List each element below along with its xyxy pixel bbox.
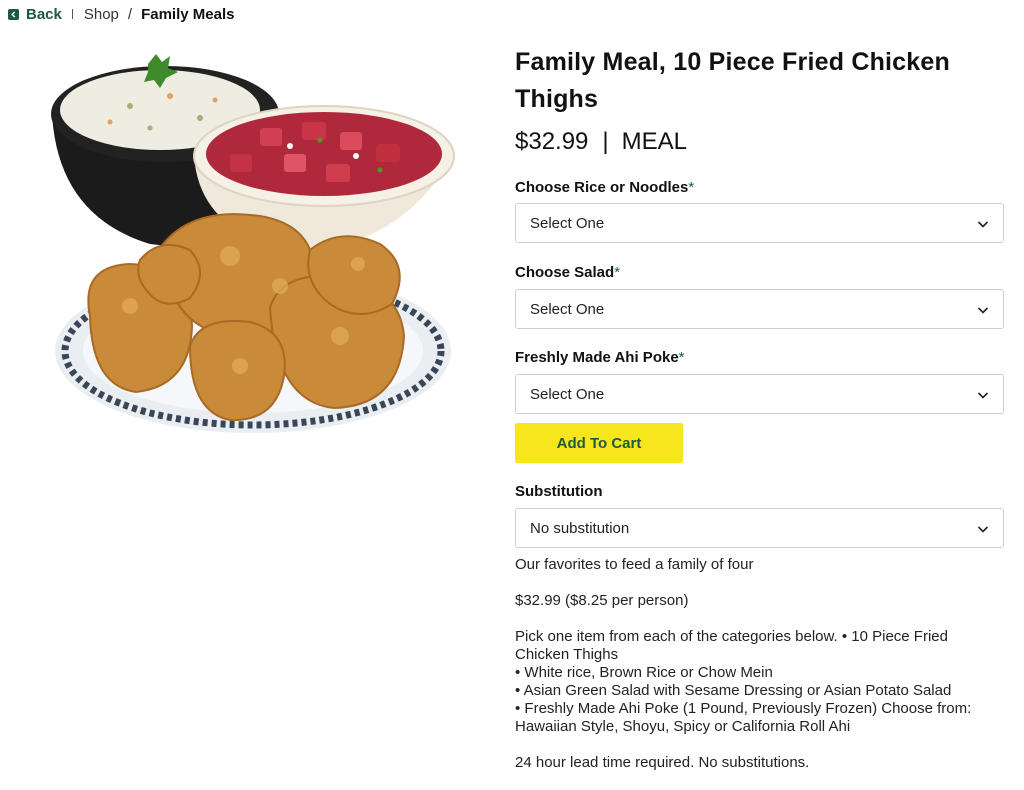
required-mark: * — [678, 349, 685, 366]
price-separator: | — [602, 128, 609, 155]
required-mark: * — [614, 264, 621, 281]
rice-noodles-label-text: Choose Rice or Noodles — [515, 179, 689, 196]
description-salad: • Asian Green Salad with Sesame Dressing… — [515, 682, 952, 699]
substitution-label: Substitution — [515, 483, 603, 500]
description-pick: Pick one item from each of the categorie… — [515, 628, 948, 663]
breadcrumb: Back Shop / Family Meals — [8, 5, 234, 23]
description-rice: • White rice, Brown Rice or Chow Mein — [515, 664, 773, 681]
back-link[interactable]: Back — [8, 6, 62, 23]
required-mark: * — [688, 179, 695, 196]
breadcrumb-current: Family Meals — [141, 5, 235, 23]
chevron-down-icon — [977, 392, 989, 399]
description-intro: Our favorites to feed a family of four — [515, 556, 754, 573]
poke-select[interactable]: Select One — [515, 374, 1004, 414]
product-title: Family Meal, 10 Piece Fried Chicken Thig… — [515, 48, 950, 113]
poke-value: Select One — [530, 385, 605, 403]
poke-label-text: Freshly Made Ahi Poke — [515, 349, 679, 366]
salad-value: Select One — [530, 300, 605, 318]
product-unit: MEAL — [621, 128, 687, 155]
salad-label: Choose Salad* — [515, 264, 620, 282]
substitution-value: No substitution — [530, 519, 630, 537]
chevron-down-icon — [977, 307, 989, 314]
chevron-down-icon — [977, 526, 989, 533]
salad-select[interactable]: Select One — [515, 289, 1004, 329]
rice-noodles-select[interactable]: Select One — [515, 203, 1004, 243]
description-price: $32.99 ($8.25 per person) — [515, 592, 689, 609]
breadcrumb-shop-link[interactable]: Shop — [84, 6, 119, 23]
description-contents: Pick one item from each of the categorie… — [515, 628, 1004, 736]
product-description: Our favorites to feed a family of four $… — [515, 556, 1004, 790]
chevron-down-icon — [977, 221, 989, 228]
chevron-left-icon — [8, 8, 19, 20]
product-price: $32.99 — [515, 128, 589, 155]
add-to-cart-button[interactable]: Add To Cart — [515, 423, 683, 463]
salad-label-text: Choose Salad — [515, 264, 615, 281]
poke-label: Freshly Made Ahi Poke* — [515, 349, 685, 367]
breadcrumb-separator: / — [127, 5, 133, 23]
back-label: Back — [26, 5, 62, 23]
rice-noodles-value: Select One — [530, 214, 605, 232]
substitution-select[interactable]: No substitution — [515, 508, 1004, 548]
price-row: $32.99 | MEAL — [515, 127, 1004, 157]
description-poke: • Freshly Made Ahi Poke (1 Pound, Previo… — [515, 700, 972, 735]
rice-noodles-label: Choose Rice or Noodles* — [515, 179, 694, 197]
breadcrumb-divider — [71, 9, 73, 19]
product-image — [40, 36, 470, 446]
description-lead-time: 24 hour lead time required. No substitut… — [515, 754, 810, 771]
product-details: Family Meal, 10 Piece Fried Chicken Thig… — [515, 44, 1004, 157]
